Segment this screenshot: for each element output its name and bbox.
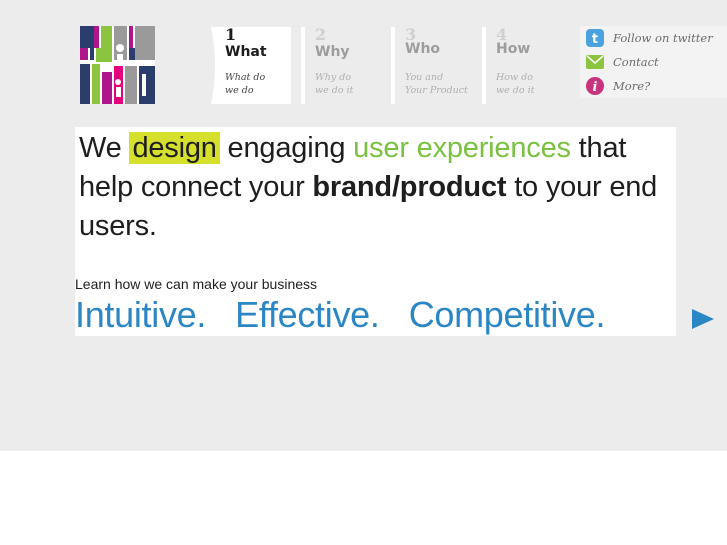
hero-headline: We design engaging user experiences that… [79, 129, 669, 246]
tab-subtitle: You and Your Product [405, 72, 468, 96]
tab-edge [211, 27, 219, 104]
highlight-brand-product: brand/product [312, 171, 507, 203]
tab-how[interactable]: 4 How How do we do it [482, 25, 562, 104]
tab-number: 2 [315, 25, 327, 44]
info-icon: i [585, 76, 605, 96]
contact-link[interactable]: Contact [585, 52, 659, 72]
tab-who[interactable]: 3 Who You and Your Product [391, 25, 479, 104]
hero-banner: We design engaging user experiences that… [75, 127, 676, 336]
twitter-link[interactable]: t Follow on twitter [585, 28, 713, 48]
tagline: Intuitive. Effective. Competitive. [75, 294, 606, 335]
learn-more-text: Learn how we can make your business [75, 276, 318, 292]
more-label: More? [613, 79, 651, 93]
tab-title: Who [405, 41, 441, 57]
tab-what[interactable]: 1 What What do we do [211, 25, 291, 104]
contact-label: Contact [613, 55, 659, 69]
svg-text:t: t [592, 32, 598, 47]
highlight-design: design [129, 132, 220, 164]
highlight-user-experiences: user experiences [353, 132, 571, 164]
tab-why[interactable]: 2 Why Why do we do it [301, 25, 381, 104]
twitter-icon: t [585, 28, 605, 48]
klik-logo[interactable] [80, 26, 155, 104]
headline-text: engaging [219, 132, 354, 164]
mail-icon [585, 52, 605, 72]
tab-title: What [225, 44, 267, 60]
tab-number: 1 [225, 25, 237, 44]
tab-title: How [496, 41, 531, 57]
more-link[interactable]: i More? [585, 76, 650, 96]
tab-subtitle: How do we do it [496, 72, 535, 96]
twitter-label: Follow on twitter [613, 31, 713, 45]
next-arrow-icon[interactable] [691, 308, 715, 330]
social-links: t Follow on twitter Contact i More? [580, 26, 727, 98]
tab-title: Why [315, 44, 350, 60]
tab-subtitle: Why do we do it [315, 72, 354, 96]
tab-subtitle: What do we do [225, 72, 266, 96]
headline-text: We [79, 132, 130, 164]
svg-text:i: i [593, 80, 598, 95]
